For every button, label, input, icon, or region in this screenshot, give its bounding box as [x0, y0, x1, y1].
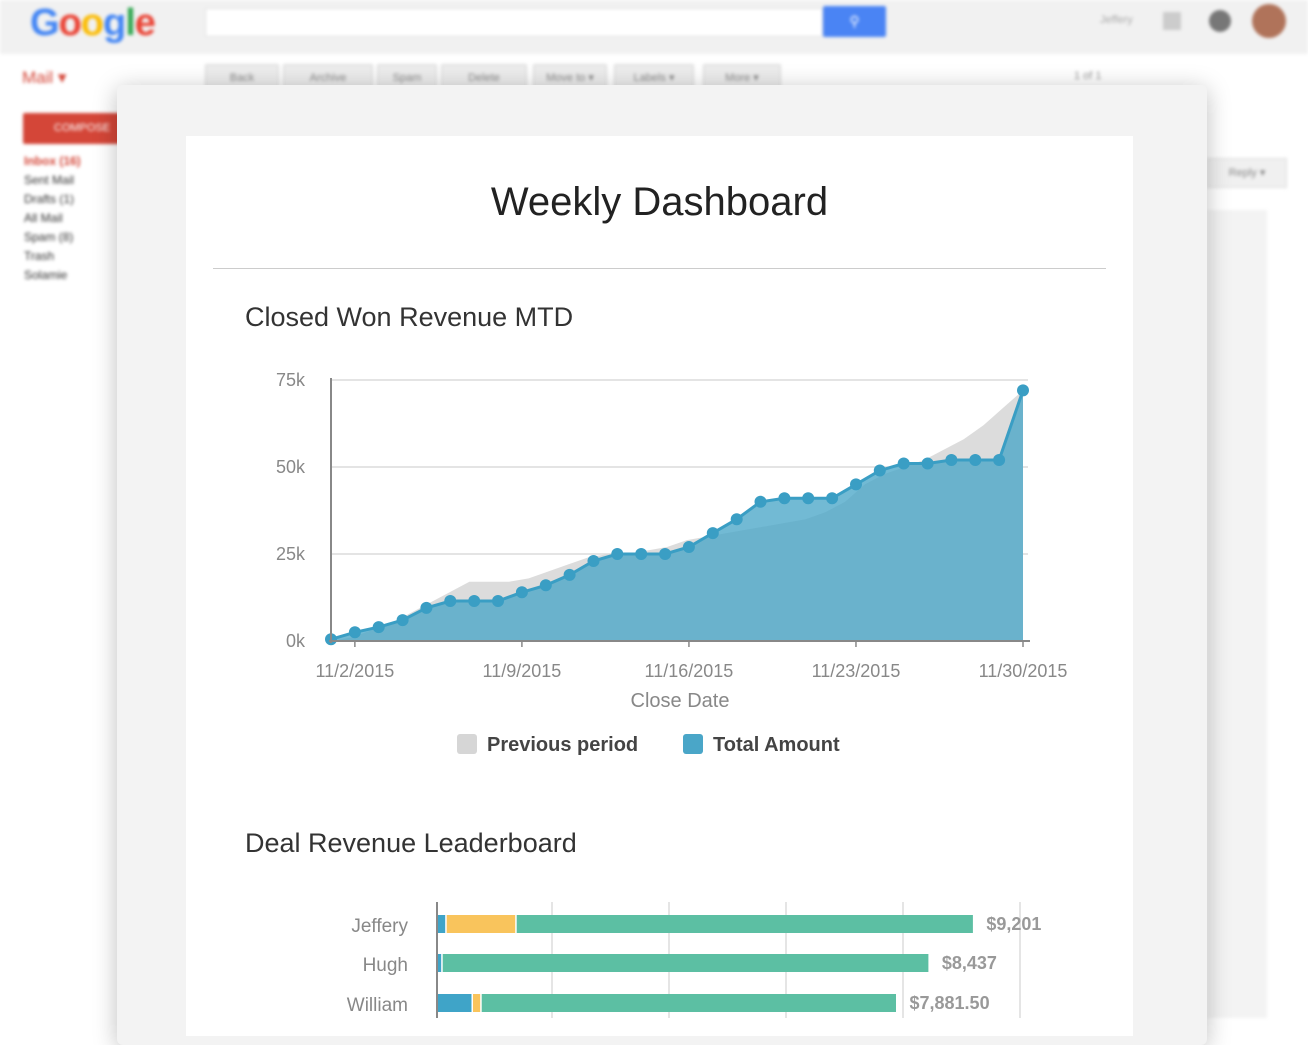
data-point	[539, 579, 552, 592]
data-point	[611, 548, 624, 560]
legend-item-previous[interactable]: Previous period	[457, 734, 638, 757]
data-point	[468, 595, 481, 607]
data-point	[587, 555, 600, 567]
data-point	[515, 586, 528, 599]
y-tick-label: 0k	[286, 631, 306, 651]
y-tick-label: 75k	[276, 370, 306, 390]
data-point	[921, 457, 934, 470]
legend-swatch-total	[683, 734, 703, 754]
x-tick-label: 11/30/2015	[979, 661, 1068, 681]
bar-segment	[473, 994, 481, 1012]
x-axis-label: Close Date	[631, 690, 730, 712]
bar-segment	[438, 954, 442, 972]
data-point	[945, 454, 958, 466]
data-point	[348, 626, 361, 639]
data-point	[778, 492, 791, 505]
data-point	[1017, 384, 1029, 397]
bar-category-label: Jeffery	[351, 916, 408, 937]
y-tick-label: 50k	[276, 457, 306, 477]
charts-canvas: 0k 25k 50k 75k 11/2/2015 11/9/2015 11/16/2015 1…	[276, 370, 1068, 1018]
data-point	[563, 568, 576, 581]
y-tick-label: 25k	[276, 544, 306, 564]
x-tick-label: 11/23/2015	[812, 661, 901, 681]
x-tick-label: 11/9/2015	[483, 661, 562, 681]
data-point	[682, 541, 695, 553]
bar-category-label: William	[347, 995, 408, 1016]
data-point	[993, 454, 1006, 466]
bar-segment	[438, 994, 472, 1012]
bar-total-label: $9,201	[986, 914, 1041, 934]
data-point	[372, 621, 385, 634]
data-point	[396, 614, 409, 627]
data-point	[492, 595, 504, 607]
legend-item-total[interactable]: Total Amount	[683, 734, 840, 757]
data-point	[850, 478, 862, 491]
bar-segment	[438, 915, 446, 933]
legend-label-previous: Previous period	[487, 734, 639, 756]
data-point	[802, 492, 815, 505]
bar-segment	[516, 915, 973, 933]
data-point	[969, 454, 982, 466]
data-point	[826, 492, 839, 505]
data-point	[873, 464, 886, 477]
bar-segment	[442, 954, 929, 972]
bar-segment	[446, 915, 516, 933]
data-point	[754, 495, 767, 508]
x-tick-label: 11/16/2015	[645, 661, 734, 681]
x-tick-label: 11/2/2015	[315, 661, 394, 681]
data-point	[420, 601, 433, 614]
data-point	[635, 548, 648, 560]
bar-segment	[481, 994, 896, 1012]
legend-label-total: Total Amount	[713, 734, 840, 756]
data-point	[897, 457, 910, 470]
legend-swatch-previous	[457, 734, 477, 754]
data-point	[730, 513, 743, 526]
data-point	[706, 527, 719, 540]
bar-category-label: Hugh	[363, 955, 408, 976]
bar-total-label: $7,881.50	[910, 993, 990, 1013]
data-point	[444, 595, 457, 607]
bar-total-label: $8,437	[942, 953, 997, 973]
data-point	[659, 548, 672, 560]
